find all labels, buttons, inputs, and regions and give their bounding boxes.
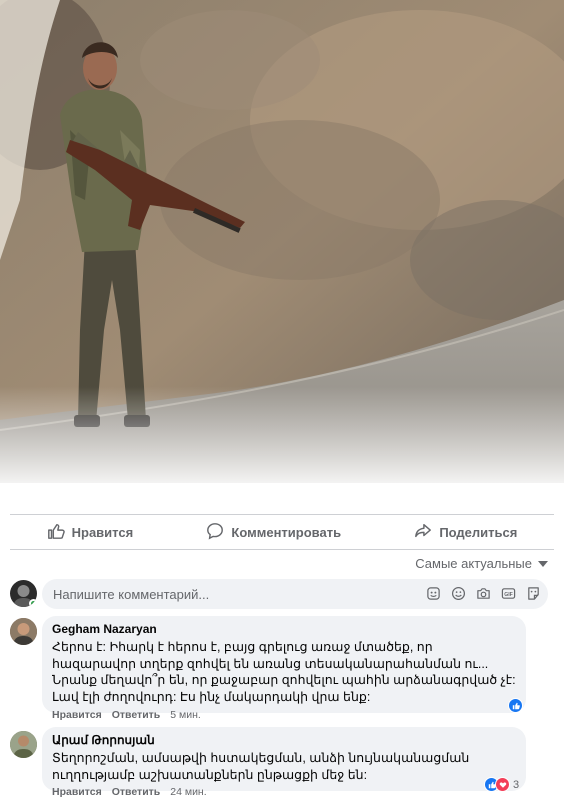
- speech-bubble-icon: [206, 522, 224, 543]
- camera-icon[interactable]: [475, 585, 492, 602]
- comment-sort-label: Самые актуальные: [415, 556, 532, 571]
- comment-button-label: Комментировать: [231, 524, 342, 540]
- emoji-icon[interactable]: [450, 585, 467, 602]
- comment-bubble: Gegham Nazaryan Հերոս է: Իհարկ է հերոս է…: [42, 616, 526, 713]
- comment-reactions[interactable]: [508, 698, 523, 713]
- heart-reaction-icon: [495, 777, 510, 792]
- comment-text: Հերոս է: Իհարկ է հերոս է, բայց գրելուց ա…: [52, 640, 516, 704]
- photo-spacer: [0, 483, 564, 508]
- action-bar-bottom-divider: [10, 549, 554, 550]
- comment-input[interactable]: [53, 586, 353, 602]
- comment-actions: Нравится Ответить 24 мин.: [52, 786, 207, 798]
- current-user-avatar[interactable]: [10, 580, 37, 607]
- sticker-icon[interactable]: [525, 585, 542, 602]
- like-reaction-icon: [508, 698, 523, 713]
- composer-tools: GIF: [425, 585, 542, 602]
- comment-reactions[interactable]: 3: [484, 777, 519, 792]
- comment-reply-button[interactable]: Ответить: [112, 786, 161, 798]
- gif-icon[interactable]: GIF: [500, 585, 517, 602]
- share-arrow-icon: [414, 522, 432, 543]
- like-button[interactable]: Нравится: [37, 518, 144, 547]
- comment-composer[interactable]: GIF: [42, 579, 548, 609]
- comment-timestamp[interactable]: 24 мин.: [170, 786, 206, 798]
- comment-like-button[interactable]: Нравится: [52, 786, 102, 798]
- thumbs-up-icon: [47, 522, 65, 543]
- comment-button[interactable]: Комментировать: [196, 518, 351, 547]
- post-action-bar: Нравится Комментировать Поделиться: [10, 517, 554, 547]
- share-button-label: Поделиться: [439, 524, 518, 540]
- comment-actions: Нравится Ответить 5 мин.: [52, 709, 201, 721]
- comment-like-button[interactable]: Нравится: [52, 709, 102, 721]
- comment-author-avatar[interactable]: [10, 618, 37, 645]
- comment-reply-button[interactable]: Ответить: [112, 709, 161, 721]
- chevron-down-icon: [538, 560, 548, 567]
- comment-author-name[interactable]: Արամ Թորոսյան: [52, 733, 516, 747]
- like-button-label: Нравится: [71, 524, 134, 540]
- action-bar-top-divider: [10, 514, 554, 515]
- comment-timestamp[interactable]: 5 мин.: [170, 709, 201, 721]
- comment-sort-dropdown[interactable]: Самые актуальные: [415, 556, 548, 571]
- svg-text:GIF: GIF: [504, 592, 513, 598]
- online-status-dot: [29, 599, 37, 607]
- reaction-count: 3: [513, 778, 520, 791]
- comment-author-name[interactable]: Gegham Nazaryan: [52, 622, 516, 636]
- share-button[interactable]: Поделиться: [404, 518, 527, 547]
- post-photo[interactable]: [0, 0, 564, 483]
- avatar-sticker-icon[interactable]: [425, 585, 442, 602]
- comment-bubble: Արամ Թորոսյան Տեղորոշման, ամսաթվի հստակե…: [42, 727, 526, 791]
- comment-author-avatar[interactable]: [10, 731, 37, 758]
- comment-text: Տեղորոշման, ամսաթվի հստակեցման, անձի նու…: [52, 751, 470, 782]
